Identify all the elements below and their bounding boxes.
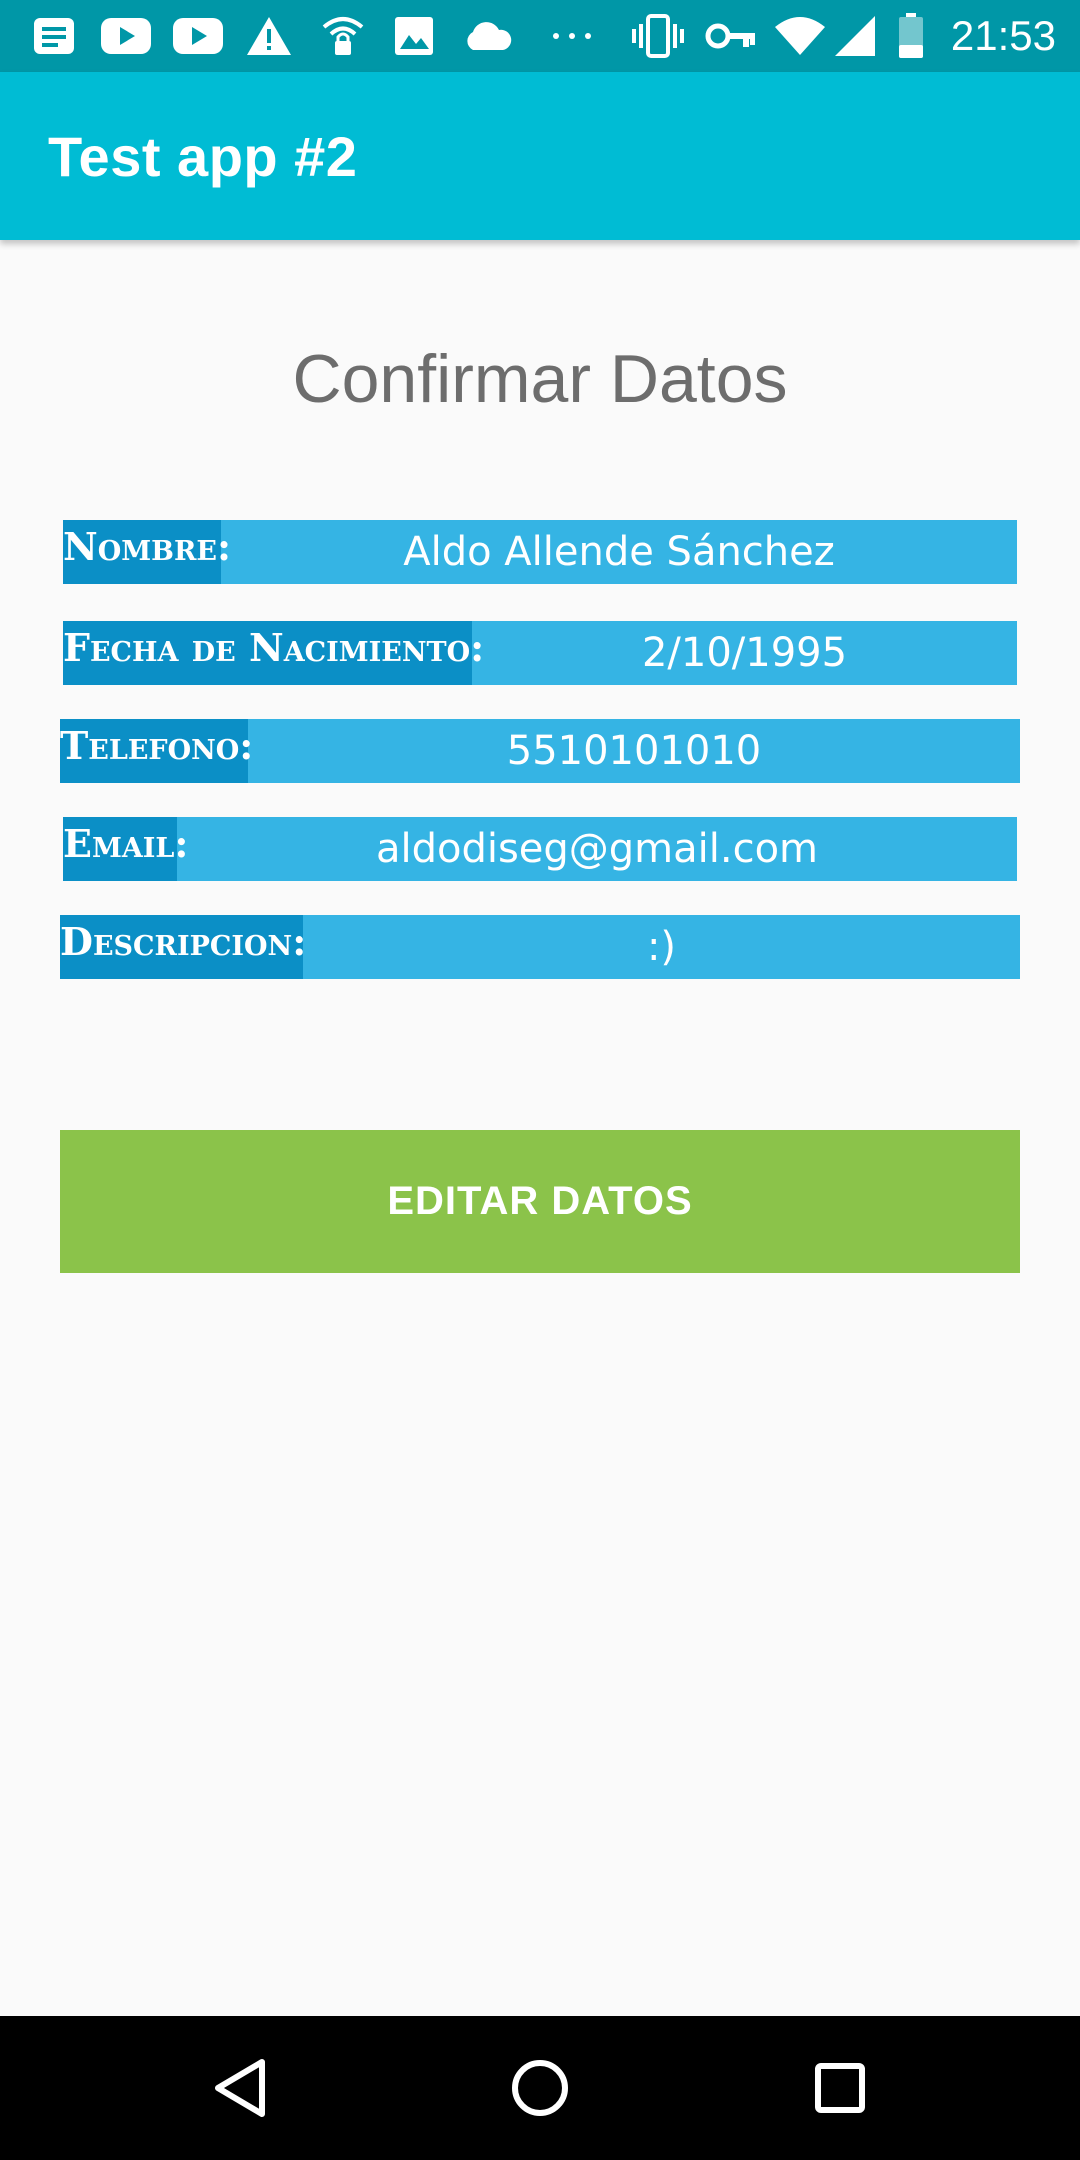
back-icon[interactable] — [200, 2048, 280, 2128]
battery-icon — [896, 12, 926, 60]
youtube-icon — [98, 12, 154, 60]
field-label-nombre: Nombre: — [63, 520, 231, 584]
edit-data-button[interactable]: EDITAR DATOS — [60, 1130, 1020, 1273]
field-row-telefono: Telefono: 5510101010 — [60, 719, 1020, 783]
field-row-email: Email: aldodiseg@gmail.com — [63, 817, 1017, 881]
field-label-telefono: Telefono: — [60, 719, 253, 783]
navigation-bar — [0, 2016, 1080, 2160]
field-value-email: aldodiseg@gmail.com — [375, 826, 819, 872]
cloud-icon — [460, 12, 514, 60]
wifi-icon — [772, 12, 828, 60]
status-time: 21:53 — [950, 12, 1056, 59]
screen: 21:53 Test app #2 Confirmar Datos Nombre… — [0, 0, 1080, 2160]
more-dots-icon — [548, 12, 596, 60]
field-value-descripcion: :) — [646, 924, 677, 970]
field-value-telefono: 5510101010 — [506, 728, 762, 774]
field-label-email: Email: — [63, 817, 188, 881]
field-row-descripcion: Descripcion: :) — [60, 915, 1020, 979]
field-label-descripcion: Descripcion: — [60, 915, 306, 979]
status-bar: 21:53 — [0, 0, 1080, 72]
app-title: Test app #2 — [48, 125, 358, 188]
field-label-fecha-nacimiento: Fecha de Nacimiento: — [63, 621, 484, 685]
notes-icon — [30, 12, 78, 60]
app-bar: Test app #2 — [0, 72, 1080, 240]
recents-icon[interactable] — [800, 2048, 880, 2128]
vpn-key-icon — [704, 12, 758, 60]
youtube-icon — [170, 12, 226, 60]
field-row-fecha-nacimiento: Fecha de Nacimiento: 2/10/1995 — [63, 621, 1017, 685]
wifi-lock-icon — [318, 12, 368, 60]
home-icon[interactable] — [500, 2048, 580, 2128]
vibrate-icon — [630, 12, 686, 60]
field-value-nombre: Aldo Allende Sánchez — [403, 529, 835, 575]
field-row-nombre: Nombre: Aldo Allende Sánchez — [63, 520, 1017, 584]
page-title: Confirmar Datos — [292, 341, 788, 417]
warning-icon — [244, 12, 294, 60]
field-value-fecha-nacimiento: 2/10/1995 — [641, 630, 848, 676]
signal-icon — [832, 12, 878, 60]
image-icon — [390, 12, 438, 60]
